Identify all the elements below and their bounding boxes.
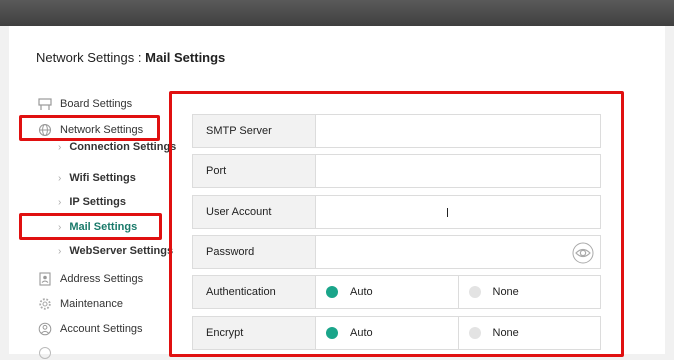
encrypt-auto-radio[interactable]: Auto <box>316 317 458 349</box>
sidebar-subitem-connection-settings[interactable]: › Connection Settings <box>58 141 176 153</box>
sidebar-subitem-label: WebServer Settings <box>69 245 174 257</box>
radio-label: Auto <box>350 327 373 339</box>
page-title-bold: Mail Settings <box>145 50 226 65</box>
sidebar-item-label: Address Settings <box>60 273 144 285</box>
smtp-server-label: SMTP Server <box>193 115 316 147</box>
highlight-network-settings <box>19 115 160 141</box>
smtp-server-row: SMTP Server <box>192 114 601 148</box>
password-label: Password <box>193 236 316 268</box>
circle-icon <box>38 346 52 360</box>
encrypt-row: Encrypt Auto None <box>192 316 601 350</box>
authentication-auto-radio[interactable]: Auto <box>316 276 458 308</box>
authentication-label: Authentication <box>193 276 316 308</box>
address-book-icon <box>38 272 52 286</box>
encrypt-none-radio[interactable]: None <box>457 317 601 349</box>
sidebar-subitem-label: Wifi Settings <box>69 172 136 184</box>
chevron-right-icon: › <box>58 142 62 153</box>
radio-label: Auto <box>350 286 373 298</box>
sidebar-item-board-settings[interactable]: Board Settings <box>38 97 132 111</box>
sidebar-item-maintenance[interactable]: Maintenance <box>38 297 123 311</box>
sidebar-subitem-label: IP Settings <box>69 196 126 208</box>
password-input[interactable] <box>316 236 600 268</box>
chevron-right-icon: › <box>58 197 62 208</box>
chevron-right-icon: › <box>58 246 62 257</box>
radio-selected-icon <box>326 327 338 339</box>
text-cursor <box>447 208 448 217</box>
encrypt-label: Encrypt <box>193 317 316 349</box>
radio-label: None <box>492 327 519 339</box>
smtp-server-input[interactable] <box>316 115 600 147</box>
top-bar <box>0 0 674 26</box>
sidebar-item-label: Account Settings <box>60 323 143 335</box>
radio-unselected-icon <box>468 286 481 298</box>
radio-unselected-icon <box>468 327 481 339</box>
sidebar-subitem-label: Connection Settings <box>69 141 177 153</box>
board-icon <box>38 97 52 111</box>
sidebar-subitem-webserver-settings[interactable]: › WebServer Settings <box>58 245 173 257</box>
user-account-input[interactable] <box>316 196 600 228</box>
authentication-row: Authentication Auto None <box>192 275 601 309</box>
sidebar-item-label: Board Settings <box>60 98 133 110</box>
chevron-right-icon: › <box>58 173 62 184</box>
user-account-label: User Account <box>193 196 316 228</box>
page-title-prefix: Network Settings : <box>36 50 146 65</box>
sidebar-item-label: Maintenance <box>60 298 123 310</box>
sidebar-item-account-settings[interactable]: Account Settings <box>38 322 143 336</box>
sidebar-item-address-settings[interactable]: Address Settings <box>38 272 143 286</box>
gear-icon <box>38 297 52 311</box>
port-row: Port <box>192 154 601 188</box>
port-input[interactable] <box>316 155 600 187</box>
sidebar-item-partial <box>38 346 60 360</box>
password-row: Password <box>192 235 601 269</box>
highlight-mail-settings <box>19 213 162 240</box>
port-label: Port <box>193 155 316 187</box>
sidebar-subitem-wifi-settings[interactable]: › Wifi Settings <box>58 172 136 184</box>
sidebar-subitem-ip-settings[interactable]: › IP Settings <box>58 196 126 208</box>
authentication-none-radio[interactable]: None <box>457 276 601 308</box>
user-icon <box>38 322 52 336</box>
page-title: Network Settings : Mail Settings <box>36 50 225 65</box>
radio-label: None <box>492 286 519 298</box>
user-account-row: User Account <box>192 195 601 229</box>
radio-selected-icon <box>326 286 338 298</box>
eye-icon[interactable] <box>572 242 594 269</box>
